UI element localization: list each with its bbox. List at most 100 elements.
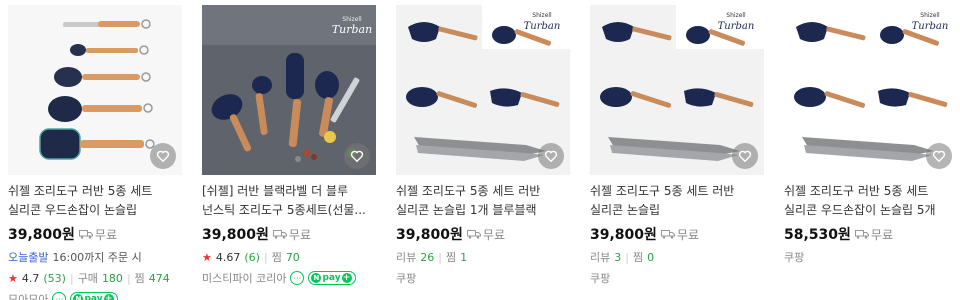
product-title[interactable]: 쉬젤 조리도구 러반 5종 세트 실리콘 우드손잡이 논슬립 xyxy=(8,182,188,220)
product-title[interactable]: 쉬젤 조리도구 5종 세트 러반 실리콘 논슬립 1개 블루블랙 xyxy=(396,182,576,220)
wish-count: 474 xyxy=(148,271,170,285)
rating-count: (6) xyxy=(244,250,260,264)
brand-logo: Turban xyxy=(912,21,949,32)
seller-row: 쿠팡 xyxy=(784,249,960,265)
wishlist-heart-icon[interactable] xyxy=(926,143,952,169)
product-card[interactable]: Shizell Turban 쉬젤 조리도구 5종 세트 러반 실리콘 논슬립 … xyxy=(396,5,576,300)
seller-name[interactable]: 쿠팡 xyxy=(590,270,610,286)
plus-icon: + xyxy=(341,272,352,283)
delivery-badge: 오늘출발 xyxy=(8,251,49,264)
truck-icon xyxy=(660,230,675,239)
shipping-info: 무료 xyxy=(660,226,699,243)
brand-logo-sub: Shizell xyxy=(726,12,746,19)
star-icon: ★ xyxy=(8,271,18,285)
wishlist-heart-icon[interactable] xyxy=(344,143,370,169)
seller-row: 모아모아 ··· Npay + xyxy=(8,291,188,300)
brand-logo: Turban xyxy=(332,23,372,36)
truck-icon xyxy=(272,230,287,239)
review-count: 3 xyxy=(614,250,622,264)
product-card[interactable]: Shizell Turban 쉬젤 조리도구 5종 세트 러반 실리콘 논슬립 … xyxy=(590,5,770,300)
product-stats: 리뷰 3 | 찜 0 xyxy=(590,249,770,265)
rating-value: 4.67 xyxy=(215,250,241,264)
product-stats: ★ 4.67 (6) | 찜 70 xyxy=(202,249,382,265)
divider: | xyxy=(438,250,442,264)
product-image[interactable]: Shizell Turban xyxy=(590,5,764,175)
product-title[interactable]: 쉬젤 조리도구 5종 세트 러반 실리콘 논슬립 xyxy=(590,182,770,220)
product-title[interactable]: 쉬젤 조리도구 러반 5종 세트 실리콘 우드손잡이 논슬립 5개 xyxy=(784,182,960,220)
delivery-info: 오늘출발 16:00까지 주문 시 xyxy=(8,249,188,265)
rating-count: (53) xyxy=(43,271,66,285)
product-price: 39,800원 xyxy=(396,227,463,243)
seller-name[interactable]: 쿠팡 xyxy=(396,270,416,286)
divider: | xyxy=(126,271,131,285)
brand-logo-sub: Shizell xyxy=(532,12,552,19)
npay-badge: Npay + xyxy=(70,292,118,300)
brand-logo: Turban xyxy=(718,21,755,32)
price-row: 58,530원 무료 xyxy=(784,224,960,244)
wish-label: 찜 xyxy=(134,272,145,285)
brand-logo-sub: Shizell xyxy=(920,12,940,19)
purchase-label: 구매 xyxy=(77,272,98,285)
divider: | xyxy=(263,250,268,264)
talk-chat-icon[interactable]: ··· xyxy=(290,271,305,285)
rating-value: 4.7 xyxy=(21,271,40,285)
divider: | xyxy=(625,250,629,264)
seller-name[interactable]: 쿠팡 xyxy=(784,249,804,265)
review-label: 리뷰 xyxy=(396,251,417,264)
star-icon: ★ xyxy=(202,250,212,264)
divider: | xyxy=(69,271,74,285)
product-price: 58,530원 xyxy=(784,227,851,243)
npay-n-icon: N xyxy=(311,273,322,283)
plus-icon: + xyxy=(103,294,114,300)
wish-count: 70 xyxy=(285,250,300,264)
seller-name[interactable]: 모아모아 xyxy=(8,291,48,300)
shipping-info: 무료 xyxy=(854,226,893,243)
shipping-label: 무료 xyxy=(94,227,117,242)
npay-badge: Npay + xyxy=(308,271,356,285)
wishlist-heart-icon[interactable] xyxy=(732,143,758,169)
truck-icon xyxy=(78,230,93,239)
truck-icon xyxy=(854,230,869,239)
brand-logo-sub: Shizell xyxy=(342,16,362,23)
product-card[interactable]: Shizell Turban [쉬젤] 러반 블랙라벨 더 블루 넌스틱 조리도… xyxy=(202,5,382,300)
brand-logo: Turban xyxy=(524,21,561,32)
seller-name[interactable]: 미스티파이 코리아 xyxy=(202,270,286,286)
wishlist-heart-icon[interactable] xyxy=(150,143,176,169)
product-price: 39,800원 xyxy=(8,227,75,243)
seller-row: 미스티파이 코리아 ··· Npay + xyxy=(202,270,382,286)
price-row: 39,800원 무료 xyxy=(396,224,576,244)
product-title[interactable]: [쉬젤] 러반 블랙라벨 더 블루 넌스틱 조리도구 5종세트(선물... xyxy=(202,182,382,220)
seller-row: 쿠팡 xyxy=(396,270,576,286)
shipping-label: 무료 xyxy=(870,227,893,242)
price-row: 39,800원 무료 xyxy=(8,224,188,244)
product-card[interactable]: 쉬젤 조리도구 러반 5종 세트 실리콘 우드손잡이 논슬립 39,800원 무… xyxy=(8,5,188,300)
review-label: 리뷰 xyxy=(590,251,611,264)
shipping-info: 무료 xyxy=(78,226,117,243)
product-image[interactable] xyxy=(8,5,182,175)
truck-icon xyxy=(466,230,481,239)
wish-count: 0 xyxy=(647,250,655,264)
wish-count: 1 xyxy=(460,250,468,264)
talk-chat-icon[interactable]: ··· xyxy=(52,292,67,300)
wishlist-heart-icon[interactable] xyxy=(538,143,564,169)
wish-label: 찜 xyxy=(271,251,282,264)
price-row: 39,800원 무료 xyxy=(202,224,382,244)
shipping-label: 무료 xyxy=(676,227,699,242)
product-stats: ★ 4.7 (53) | 구매 180 | 찜 474 xyxy=(8,270,188,286)
wish-label: 찜 xyxy=(632,251,644,264)
product-grid: 쉬젤 조리도구 러반 5종 세트 실리콘 우드손잡이 논슬립 39,800원 무… xyxy=(0,0,960,300)
npay-n-icon: N xyxy=(73,294,84,300)
purchase-count: 180 xyxy=(101,271,123,285)
review-count: 26 xyxy=(420,250,435,264)
shipping-info: 무료 xyxy=(466,226,505,243)
product-stats: 리뷰 26 | 찜 1 xyxy=(396,249,576,265)
product-image[interactable]: Shizell Turban xyxy=(784,5,958,175)
product-image[interactable]: Shizell Turban xyxy=(396,5,570,175)
seller-row: 쿠팡 xyxy=(590,270,770,286)
price-row: 39,800원 무료 xyxy=(590,224,770,244)
wish-label: 찜 xyxy=(445,251,457,264)
npay-label: pay xyxy=(322,273,341,283)
product-card[interactable]: Shizell Turban 쉬젤 조리도구 러반 5종 세트 실리콘 우드손잡… xyxy=(784,5,960,300)
product-image[interactable]: Shizell Turban xyxy=(202,5,376,175)
shipping-info: 무료 xyxy=(272,226,311,243)
